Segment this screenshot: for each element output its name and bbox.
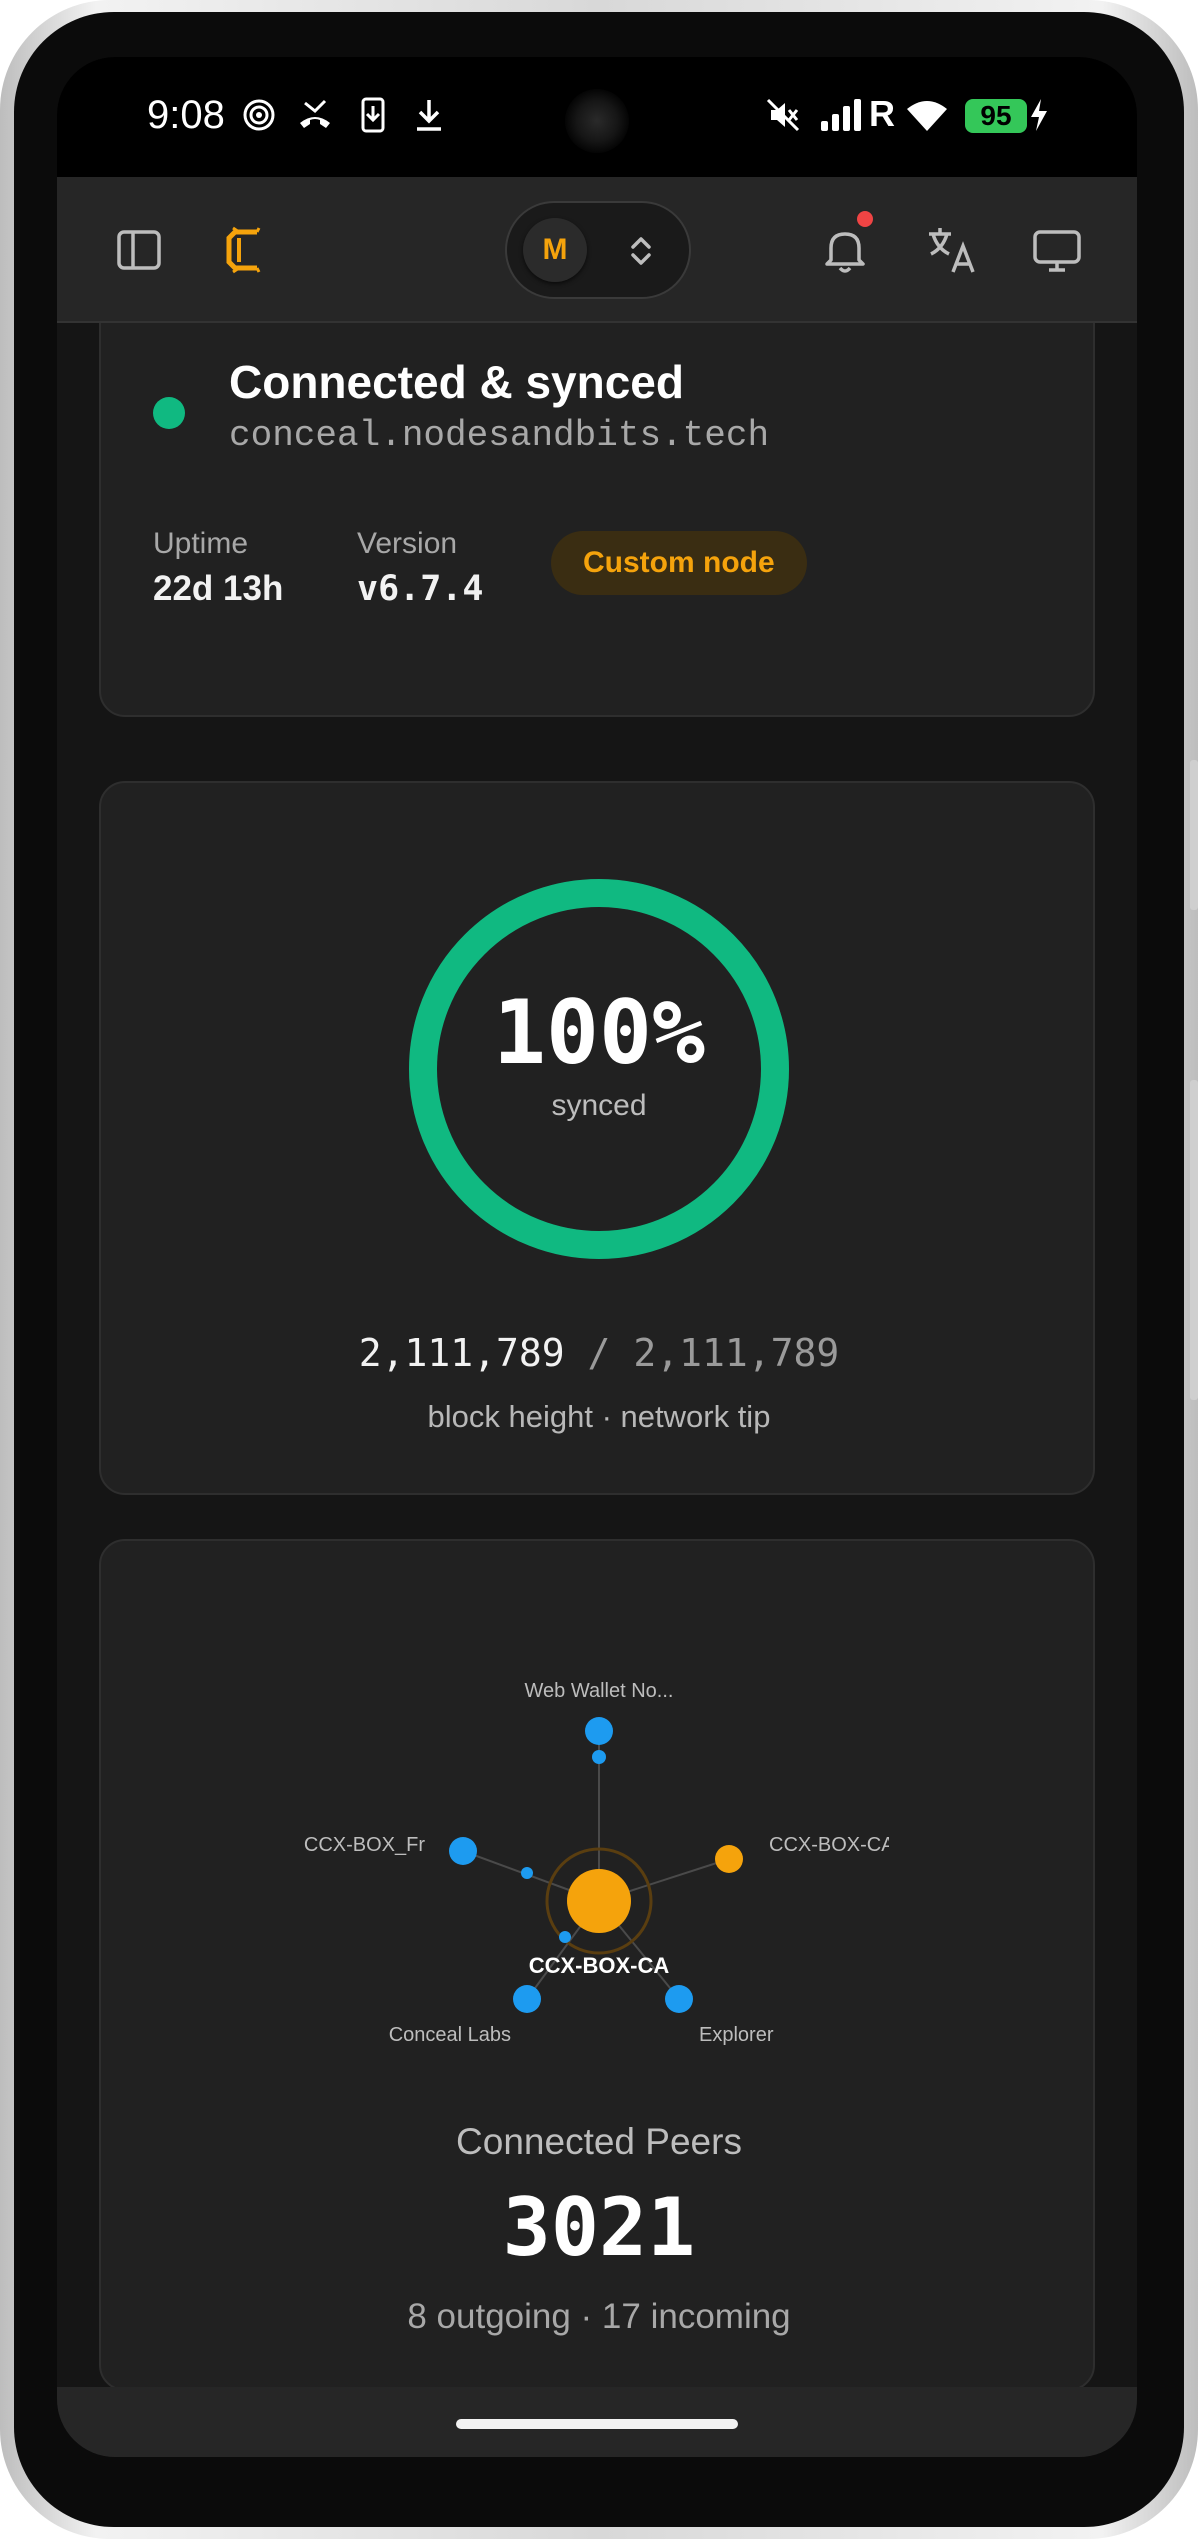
peer-label-conceal-labs: Conceal Labs [389, 2024, 511, 2046]
block-heights: 2,111,789 / 2,111,789 [101, 1331, 1097, 1375]
app-header: M [57, 177, 1137, 323]
bell-icon[interactable] [819, 224, 871, 276]
wifi-icon [907, 101, 947, 131]
node-host: conceal.nodesandbits.tech [229, 415, 770, 456]
phone-frame: 9:08 R 95 M Connected & synced conceal.n… [0, 0, 1198, 2539]
power-button [1190, 760, 1198, 910]
uptime-value: 22d 13h [153, 569, 284, 608]
chevron-updown-icon [631, 237, 651, 265]
peer-network-graph: Web Wallet No... CCX-BOX-CA Explorer Con… [304, 1680, 895, 2046]
uptime-label: Uptime [153, 527, 249, 560]
version-label: Version [357, 527, 458, 560]
peer-center-node[interactable] [567, 1869, 631, 1933]
peers-detail: 8 outgoing · 17 incoming [407, 2297, 791, 2336]
peers-count: 3021 [502, 2181, 696, 2274]
phone-download-icon [361, 97, 385, 133]
account-avatar: M [523, 218, 587, 282]
sync-label: synced [551, 1089, 647, 1122]
custom-node-badge[interactable]: Custom node [551, 531, 807, 595]
home-indicator[interactable] [456, 2419, 738, 2429]
sync-percent: 100% [493, 981, 705, 1084]
peer-traffic-dot [592, 1750, 606, 1764]
connection-status-dot [153, 397, 185, 429]
peer-traffic-dot [559, 1931, 571, 1943]
heights-caption: block height · network tip [427, 1399, 771, 1434]
peer-node-ccx-box-fr[interactable] [449, 1837, 477, 1865]
mute-icon [766, 98, 800, 132]
conceal-logo-icon[interactable] [219, 224, 271, 276]
charging-icon [1031, 99, 1047, 131]
volume-button [1190, 1080, 1198, 1400]
download-icon [417, 100, 441, 131]
peer-center-label: CCX-BOX-CA [529, 1953, 670, 1978]
connection-title: Connected & synced [229, 356, 684, 408]
signal-icon [821, 99, 861, 131]
translate-icon[interactable] [925, 224, 977, 276]
tracking-icon [243, 99, 275, 131]
block-height: 2,111,789 [358, 1331, 565, 1375]
peer-label-web-wallet: Web Wallet No... [525, 1680, 674, 1702]
monitor-icon[interactable] [1031, 224, 1083, 276]
peer-node-ccx-box-ca[interactable] [715, 1845, 743, 1873]
peer-node-web-wallet[interactable] [585, 1717, 613, 1745]
peer-traffic-dot [521, 1867, 533, 1879]
account-switcher[interactable]: M [505, 201, 691, 299]
peers-card: Web Wallet No... CCX-BOX-CA Explorer Con… [99, 1539, 1095, 2387]
status-bar: 9:08 R 95 [57, 57, 1137, 177]
sync-card: 100% synced 2,111,789 / 2,111,789 block … [99, 781, 1095, 1495]
peer-node-conceal-labs[interactable] [513, 1985, 541, 2013]
version-value: v6.7.4 [357, 569, 484, 609]
front-camera [565, 89, 629, 153]
peer-label-ccx-box-ca: CCX-BOX-CA [769, 1834, 895, 1856]
screen: 9:08 R 95 M Connected & synced conceal.n… [57, 57, 1137, 2457]
peers-title: Connected Peers [456, 2121, 742, 2162]
dashboard-content[interactable]: Connected & synced conceal.nodesandbits.… [57, 323, 1137, 2387]
peer-label-explorer: Explorer [699, 2024, 774, 2046]
peer-node-explorer[interactable] [665, 1985, 693, 2013]
missed-call-icon [300, 99, 330, 128]
notification-dot [857, 211, 873, 227]
sidebar-toggle-icon[interactable] [113, 224, 165, 276]
height-separator: / [587, 1331, 611, 1375]
connection-card: Connected & synced conceal.nodesandbits.… [99, 323, 1095, 717]
status-time: 9:08 [147, 93, 225, 137]
peer-label-ccx-box-fr: CCX-BOX_Fr [304, 1834, 425, 1856]
network-tip: 2,111,789 [633, 1331, 840, 1375]
navigation-bar [57, 2387, 1137, 2457]
roaming-indicator: R [869, 93, 895, 134]
battery-level: 95 [965, 99, 1027, 133]
